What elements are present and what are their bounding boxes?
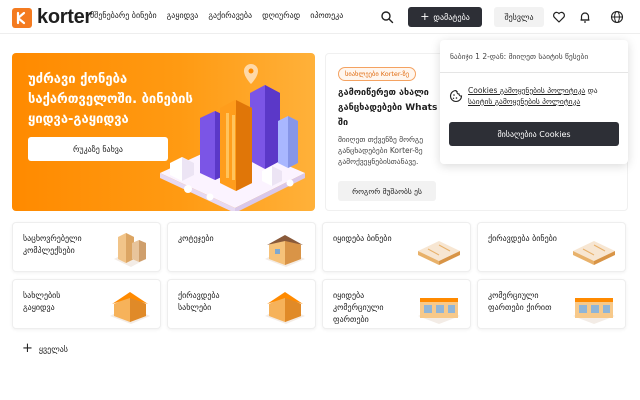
category-label: საცხოვრებელი კომპლექსები [23, 234, 82, 255]
category-tile-cottages[interactable]: კოტეჯები [167, 222, 316, 272]
nav-item-new-buildings[interactable]: მშენებარე ბინები [90, 11, 157, 20]
add-listing-label: დამატება [433, 12, 470, 22]
how-it-works-button[interactable]: როგორ მუშაობს ეს [338, 181, 436, 201]
category-tile-apartments-for-sale[interactable]: იყიდება ბინები [322, 222, 471, 272]
house-sale-icon [110, 292, 150, 324]
house-rent-icon [265, 292, 305, 324]
site-policy-link[interactable]: საიტის გამოყენების პოლიტიკა [468, 97, 580, 106]
plus-icon: + [22, 341, 33, 356]
category-tile-commercial-for-rent[interactable]: კომერციული ფართები ქირით [477, 279, 626, 329]
commercial-sale-icon [418, 298, 460, 324]
nav-item-daily[interactable]: დღიურად [262, 11, 300, 20]
main-nav: მშენებარე ბინები გაყიდვა გაქირავება დღიუ… [90, 11, 343, 20]
category-tile-commercial-for-sale[interactable]: იყიდება კომერციული ფართები [322, 279, 471, 329]
category-label: სახლების გაყიდვა [23, 291, 61, 312]
complex-icon [114, 233, 146, 267]
search-icon[interactable] [380, 9, 394, 24]
show-all-link[interactable]: + ყველას [22, 341, 68, 356]
category-label: ქირავდება ბინები [488, 234, 557, 243]
heart-icon[interactable] [552, 9, 566, 23]
add-listing-button[interactable]: + დამატება [408, 7, 482, 27]
bell-icon[interactable] [578, 9, 592, 23]
apartment-sale-icon [418, 241, 460, 265]
apartment-rent-icon [573, 241, 615, 265]
login-button[interactable]: შესვლა [494, 7, 544, 27]
cookie-policy-text: Cookies გამოყენების პოლიტიკა და საიტის გ… [468, 85, 623, 107]
category-tile-apartments-for-rent[interactable]: ქირავდება ბინები [477, 222, 626, 272]
nav-item-mortgage[interactable]: იპოთეკა [310, 11, 343, 20]
promo-description: მიიღეთ თქვენზე მორგე განცხადებები Korter… [338, 135, 424, 166]
logo-icon [12, 7, 32, 28]
category-label: კოტეჯები [178, 234, 214, 243]
category-label: ქირავდება სახლები [178, 291, 220, 312]
logo-text: korter [37, 6, 92, 28]
nav-item-rent[interactable]: გაქირავება [208, 11, 252, 20]
category-label: იყიდება ბინები [333, 234, 392, 243]
nav-item-sale[interactable]: გაყიდვა [167, 11, 199, 20]
cookie-popup: ნაბიჯი 1 2-დან: მიიღეთ საიტის წესები Coo… [440, 40, 628, 164]
category-label: იყიდება კომერციული ფართები [333, 291, 384, 324]
top-header: korter მშენებარე ბინები გაყიდვა გაქირავე… [0, 0, 640, 34]
divider [440, 72, 628, 73]
cookies-policy-link[interactable]: Cookies გამოყენების პოლიტიკა [468, 86, 585, 95]
city-illustration [160, 64, 305, 211]
korter-logo[interactable]: korter [12, 6, 92, 29]
category-label: კომერციული ფართები ქირით [488, 291, 552, 312]
accept-cookies-button[interactable]: მისაღებია Cookies [449, 122, 619, 146]
category-tile-residential-complexes[interactable]: საცხოვრებელი კომპლექსები [12, 222, 161, 272]
cottage-icon [265, 235, 305, 267]
cookie-icon [449, 88, 463, 103]
show-all-label: ყველას [38, 344, 68, 354]
category-tile-houses-for-rent[interactable]: ქირავდება სახლები [167, 279, 316, 329]
cookie-step-text: ნაბიჯი 1 2-დან: მიიღეთ საიტის წესები [450, 52, 589, 61]
news-badge: სიახლეები Korter-ზე [338, 67, 417, 81]
globe-icon[interactable] [610, 9, 624, 24]
cookie-and-text: და [585, 86, 598, 95]
commercial-rent-icon [573, 298, 615, 324]
hero-banner: უძრავი ქონება საქართველოში. ბინების ყიდვ… [12, 53, 315, 211]
plus-icon: + [420, 10, 430, 23]
category-tile-houses-for-sale[interactable]: სახლების გაყიდვა [12, 279, 161, 329]
